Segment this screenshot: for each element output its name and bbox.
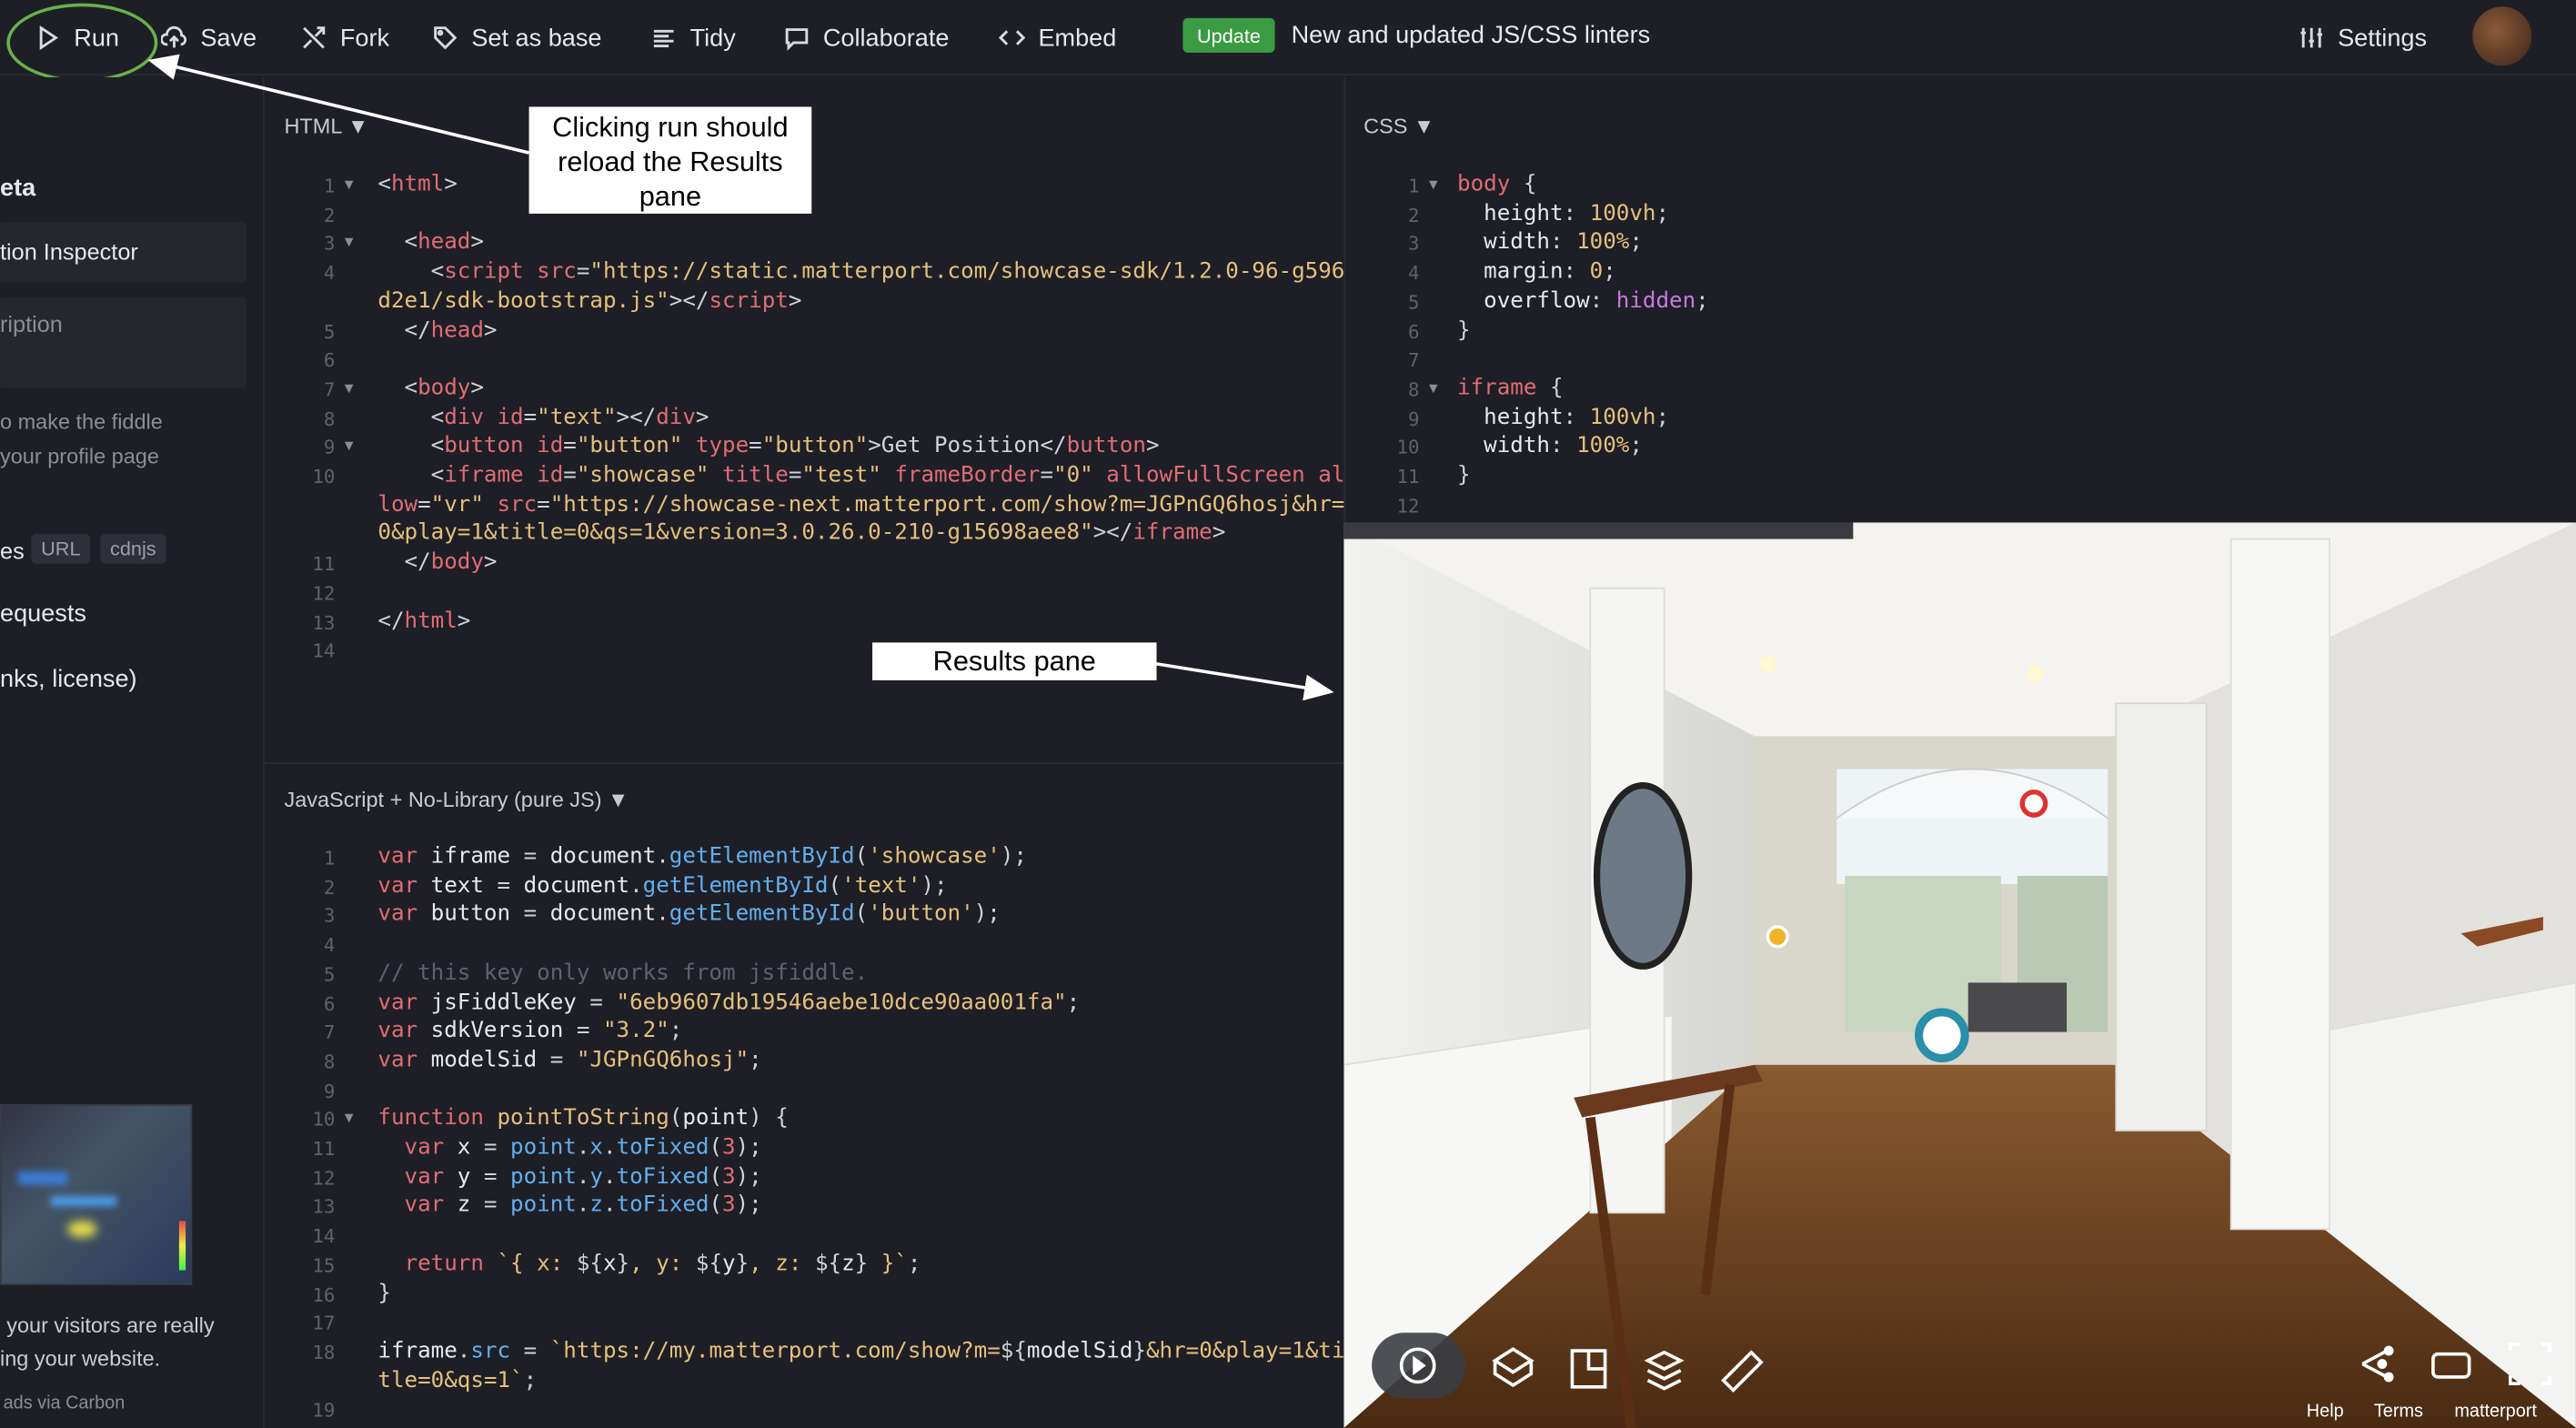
results-arrow (1156, 662, 1334, 701)
run-arrow (147, 54, 529, 155)
annotation-arrows (147, 54, 1334, 701)
